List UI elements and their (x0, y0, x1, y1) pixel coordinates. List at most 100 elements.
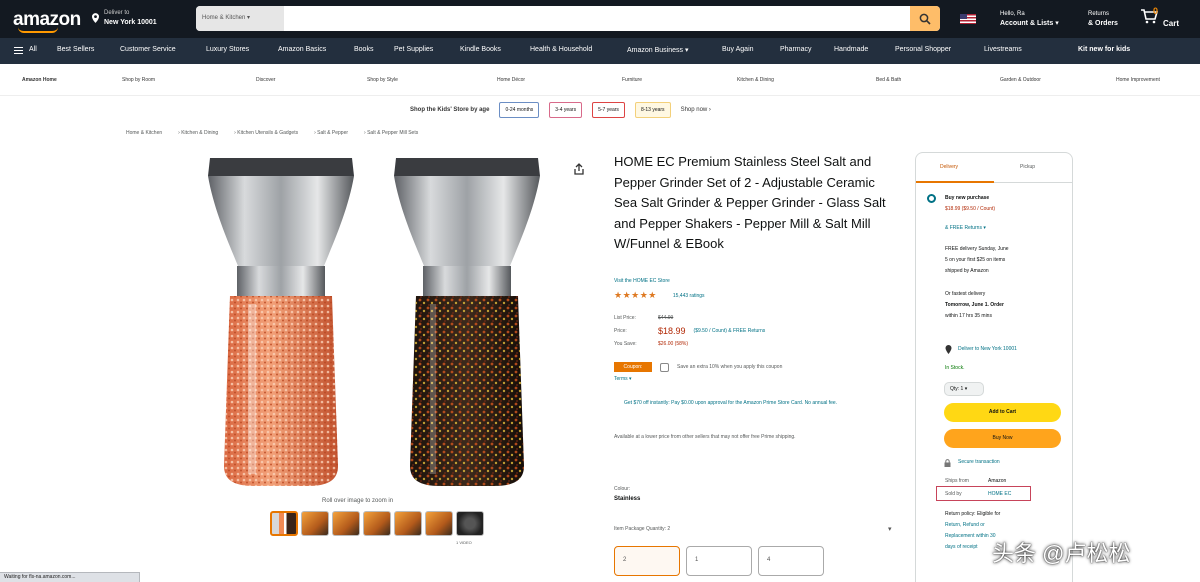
breadcrumb-item[interactable]: Salt & Pepper (317, 130, 348, 136)
category-item[interactable]: Shop by Room (122, 77, 155, 83)
category-item[interactable]: Furniture (622, 77, 642, 83)
cart-count: 0 (1153, 6, 1159, 16)
card-promo[interactable]: Get $70 off instantly: Pay $0.00 upon ap… (624, 398, 874, 409)
breadcrumb-item[interactable]: Kitchen Utensils & Gadgets (237, 130, 298, 136)
thumbnail[interactable] (270, 511, 298, 536)
nav-item[interactable]: Health & Household (530, 46, 592, 53)
thumbnail[interactable] (394, 511, 422, 536)
search-input[interactable] (284, 6, 910, 31)
pepper-grinder-image[interactable] (386, 154, 548, 490)
breadcrumb-item[interactable]: Kitchen & Dining (181, 130, 218, 136)
thumbnail[interactable] (332, 511, 360, 536)
search-category-select[interactable]: Home & Kitchen ▾ (196, 6, 284, 31)
list-price-label: List Price: (614, 315, 636, 321)
colour-label: Colour: (614, 486, 631, 492)
return-policy-line[interactable]: Replacement within 30 (945, 533, 996, 539)
breadcrumb-item[interactable]: Salt & Pepper Mill Sets (367, 130, 418, 136)
price: $18.99 (658, 326, 686, 336)
coupon-checkbox[interactable] (660, 362, 669, 372)
age-button[interactable]: 5-7 years (592, 102, 625, 118)
return-policy-line[interactable]: Return policy: Eligible for (945, 511, 1000, 517)
tab-delivery[interactable]: Delivery (940, 164, 958, 170)
nav-item[interactable]: Handmade (834, 46, 868, 53)
category-strip: Amazon Home Shop by Room Discover Shop b… (0, 64, 1200, 96)
breadcrumb-item[interactable]: Home & Kitchen (126, 130, 162, 136)
account-lists[interactable]: Hello, Ra Account & Lists ▾ (1000, 10, 1059, 28)
returns-orders[interactable]: Returns & Orders (1088, 10, 1118, 28)
chevron-down-icon[interactable]: ▾ (888, 525, 892, 533)
quantity-option[interactable]: 4 (758, 546, 824, 576)
price-note[interactable]: ($9.50 / Count) & FREE Returns (694, 325, 766, 338)
return-policy-line[interactable]: Return, Refund or (945, 522, 985, 528)
coupon-terms-link[interactable]: Terms ▾ (614, 376, 632, 382)
fastest-delivery-label: Or fastest delivery (945, 291, 986, 297)
tab-pickup[interactable]: Pickup (1020, 164, 1035, 170)
quantity-option[interactable]: 2 (614, 546, 680, 576)
purchase-option-price: $18.99 ($9.50 / Count) (945, 206, 996, 212)
ratings-count-link[interactable]: 15,443 ratings (673, 293, 705, 299)
nav-item[interactable]: Books (354, 46, 373, 53)
age-button[interactable]: 8-13 years (634, 102, 671, 118)
share-icon[interactable] (574, 163, 584, 175)
search-icon (919, 13, 931, 25)
nav-all[interactable]: All (29, 46, 37, 53)
nav-item[interactable]: Amazon Basics (278, 46, 326, 53)
return-policy-line[interactable]: days of receipt (945, 544, 978, 550)
nav-item[interactable]: Kindle Books (460, 46, 501, 53)
sold-by-value[interactable]: HOME EC (988, 491, 1011, 497)
deliver-to[interactable]: Deliver to New York 10001 (104, 9, 157, 27)
category-item[interactable]: Home Décor (497, 77, 525, 83)
us-flag-icon[interactable] (960, 14, 976, 24)
coupon-text: Save an extra 10% when you apply this co… (677, 364, 783, 370)
category-item[interactable]: Home Improvement (1116, 77, 1160, 83)
video-thumbnail[interactable] (456, 511, 484, 536)
search-button[interactable] (910, 6, 940, 31)
thumbnail[interactable] (301, 511, 329, 536)
account-lists-label: Account & Lists ▾ (1000, 20, 1059, 27)
buy-box: Delivery Pickup Buy new purchase $18.99 … (915, 152, 1073, 582)
nav-item[interactable]: Customer Service (120, 46, 176, 53)
nav-promo[interactable]: Kit new for kids (1078, 46, 1130, 53)
deliver-to-link[interactable]: Deliver to New York 10001 (958, 346, 1017, 352)
category-item[interactable]: Discover (256, 77, 275, 83)
salt-grinder-image[interactable] (200, 154, 362, 490)
cart-label[interactable]: Cart (1163, 19, 1179, 28)
thumbnail[interactable] (425, 511, 453, 536)
add-to-cart-button[interactable]: Add to Cart (944, 403, 1061, 422)
store-link[interactable]: Visit the HOME EC Store (614, 278, 670, 284)
quantity-select[interactable]: Qty: 1 ▾ (944, 382, 984, 396)
account-greeting: Hello, Ra (1000, 11, 1025, 17)
nav-item[interactable]: Buy Again (722, 46, 754, 53)
nav-item[interactable]: Luxury Stores (206, 46, 249, 53)
nav-item[interactable]: Personal Shopper (895, 46, 951, 53)
nav-item[interactable]: Best Sellers (57, 46, 94, 53)
fastest-delivery-window: within 17 hrs 35 mins (945, 313, 992, 319)
age-button[interactable]: 3-4 years (549, 102, 583, 118)
purchase-option-radio[interactable] (927, 194, 936, 203)
hamburger-menu-icon[interactable] (14, 47, 23, 54)
active-tab-indicator (916, 181, 994, 183)
free-returns-link[interactable]: & FREE Returns ▾ (945, 225, 986, 231)
age-button[interactable]: 0-24 months (499, 102, 540, 118)
category-item[interactable]: Bed & Bath (876, 77, 901, 83)
nav-item[interactable]: Amazon Business ▾ (627, 46, 689, 54)
shop-by-age-label: Shop the Kids' Store by age (410, 107, 490, 113)
category-item[interactable]: Amazon Home (22, 77, 57, 83)
shop-now-link[interactable]: Shop now › (681, 107, 711, 113)
package-quantity-options: 2 1 4 (614, 546, 824, 576)
category-item[interactable]: Garden & Outdoor (1000, 77, 1041, 83)
star-rating-icon[interactable]: ★★★★★ (614, 290, 657, 301)
nav-item[interactable]: Pet Supplies (394, 46, 433, 53)
category-item[interactable]: Shop by Style (367, 77, 398, 83)
secure-transaction-link[interactable]: Secure transaction (958, 459, 1000, 465)
nav-item[interactable]: Livestreams (984, 46, 1022, 53)
thumbnail[interactable] (363, 511, 391, 536)
price-block: List Price: $44.99 Price: $18.99 ($9.50 / C… (614, 312, 765, 351)
quantity-option[interactable]: 1 (686, 546, 752, 576)
availability-note: Available at a lower price from other se… (614, 434, 796, 440)
nav-item[interactable]: Pharmacy (780, 46, 812, 53)
buy-now-button[interactable]: Buy Now (944, 429, 1061, 448)
category-item[interactable]: Kitchen & Dining (737, 77, 774, 83)
deliver-location: New York 10001 (104, 19, 157, 26)
save-value: $26.00 (58%) (658, 341, 689, 347)
